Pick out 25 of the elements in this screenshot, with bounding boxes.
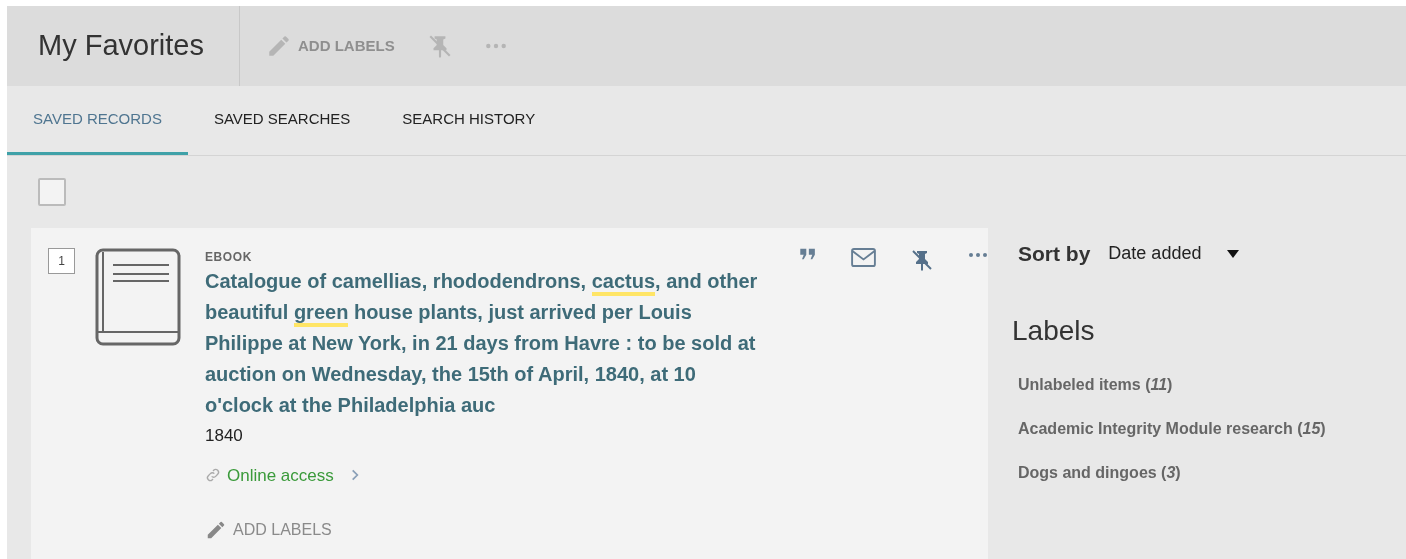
- pencil-icon: [266, 33, 292, 59]
- resource-type: EBOOK: [205, 249, 253, 266]
- email-icon[interactable]: [851, 248, 876, 267]
- sort-dropdown[interactable]: Date added: [1108, 240, 1240, 268]
- select-all-checkbox[interactable]: [38, 178, 66, 206]
- record-title-link[interactable]: Catalogue of camellias, rhododendrons, cactus, and other beautiful green house plants, just arrived per Louis Philippe at New York, in 21 days from Havre : to be sold at auction on Wednesday, the 15th of April, 1840, at 10 o'clock at the Philadelphia auc: [205, 266, 769, 421]
- tab[interactable]: SAVED SEARCHES: [187, 86, 377, 155]
- more-icon[interactable]: [968, 252, 988, 258]
- add-labels-button[interactable]: ADD LABELS: [266, 33, 395, 59]
- tab[interactable]: SEARCH HISTORY: [376, 86, 562, 155]
- link-icon: [205, 467, 221, 484]
- label-link[interactable]: Academic Integrity Module research (15): [1018, 417, 1326, 439]
- publication-year: 1840: [205, 425, 244, 447]
- labels-heading: Labels: [1012, 313, 1096, 348]
- label-link[interactable]: Unlabeled items (11): [1018, 373, 1326, 395]
- caret-icon: [1227, 249, 1240, 258]
- record-number: 1: [48, 248, 75, 274]
- book-icon: [95, 248, 181, 346]
- quote-icon[interactable]: [799, 248, 817, 260]
- pencil-icon: [205, 519, 227, 541]
- add-labels-button[interactable]: ADD LABELS: [205, 518, 332, 542]
- online-access-link[interactable]: Online access: [227, 462, 334, 488]
- sort-by-label: Sort by: [1018, 241, 1091, 267]
- label-link[interactable]: Dogs and dingoes (3): [1018, 461, 1326, 483]
- unpin-icon[interactable]: [910, 248, 934, 272]
